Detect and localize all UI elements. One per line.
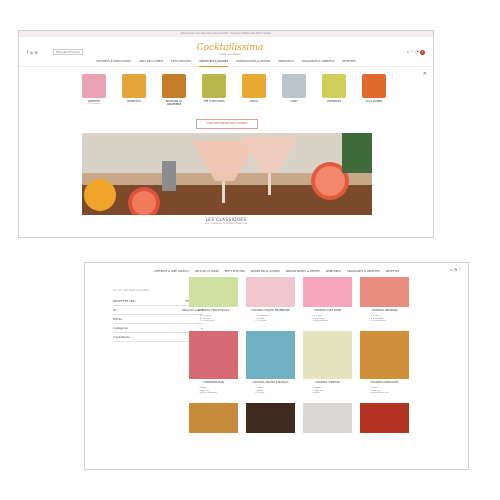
nav-item[interactable]: RECETTES xyxy=(386,270,399,273)
recipe-card[interactable] xyxy=(360,403,409,433)
recipe-ingredients: • 4 cl tequila • 3 cl citron • 2 cl siro… xyxy=(198,315,215,323)
filter-label: RECETTES (48) xyxy=(113,299,136,303)
nav-item[interactable]: ARÔMATISANTS & ZESTES xyxy=(286,270,320,273)
category-image xyxy=(242,74,266,98)
logo[interactable]: Cocktailissima Le bar à la maison xyxy=(195,43,265,56)
hero-caption: LES CLASSIQUES Voir toutes les recettes … xyxy=(19,217,433,225)
category-label: BOISSONS AU GINGEMBRE xyxy=(165,100,183,106)
recipe-photo[interactable] xyxy=(189,277,238,307)
category-label: THÉ & INFUSIONS xyxy=(203,100,225,103)
nav-item[interactable]: COFFRETS & IDÉE CADEAU xyxy=(154,270,189,273)
bottom-screenshot: COFFRETS & IDÉE CADEAU ARTS DE LA TABLE PE… xyxy=(84,262,469,470)
recipe-ingredients: • framboises • menthe • 4 cl rhum xyxy=(255,315,269,323)
category-label: JUS & PURÉES xyxy=(365,100,383,103)
recipe-photo[interactable] xyxy=(189,403,238,433)
category-image xyxy=(362,74,386,98)
recipe-card[interactable]: COCKTAIL FIZZ TEQUILA • 4 cl tequila • 3 … xyxy=(189,277,238,328)
recipe-card[interactable] xyxy=(303,403,352,433)
recipe-photo[interactable] xyxy=(246,403,295,433)
category-label: LIMONADES xyxy=(326,100,342,103)
category-image xyxy=(122,74,146,98)
close-icon[interactable]: ✕ xyxy=(423,71,427,77)
recipe-ingredients: • fraises • basilic • 4 cl gin xyxy=(255,387,265,395)
category-image xyxy=(202,74,226,98)
recipe-card[interactable]: COCKTAIL SIDECAR • cognac • triple sec • … xyxy=(303,331,352,400)
recipe-card[interactable]: COCKTAIL MARGARITA • tequila • triple sec… xyxy=(360,331,409,400)
recipe-photo[interactable] xyxy=(360,331,409,379)
header-icons[interactable]: ⌕ ♡ ◔ 0 xyxy=(407,49,425,55)
recipe-ingredients: • tequila • triple sec • jus de citron v… xyxy=(369,387,389,395)
category-item[interactable]: BOISSONS AU GINGEMBRE xyxy=(159,74,189,106)
main-nav: COFFRETS & IDÉE CADEAU ARTS DE LA TABLE PE… xyxy=(19,58,433,67)
nav-item[interactable]: PETIT ÉLECTRO xyxy=(225,270,245,273)
recipe-photo[interactable] xyxy=(189,331,238,379)
recipe-ingredients: • 4 cl gin • sirop rose • eau pétillante xyxy=(312,315,329,323)
recipe-photo[interactable] xyxy=(246,331,295,379)
recipe-photo[interactable] xyxy=(303,403,352,433)
recipe-card[interactable]: COCKTAIL MOJITO FRAMBOISE • framboises • … xyxy=(246,277,295,328)
nav-item[interactable]: RECETTES xyxy=(342,58,355,66)
category-item[interactable]: THÉ & INFUSIONS xyxy=(199,74,229,106)
hero-subtitle[interactable]: Voir toutes les recettes classiques xyxy=(19,222,433,225)
recipe-photo[interactable] xyxy=(360,277,409,307)
category-row: APÉRITIFS (53 produits) KOMBUCHA BOISSONS A… xyxy=(79,74,389,106)
header-icons[interactable]: ⌕ ◔ ♡ xyxy=(450,267,462,272)
category-item[interactable]: KOMBUCHA xyxy=(119,74,149,106)
recipe-card[interactable]: COCKTAIL FRAISE & BASILIC • fraises • bas… xyxy=(246,331,295,400)
nav-item[interactable]: CRAQUANTS & APÉRITIFS xyxy=(347,270,380,273)
category-item[interactable]: SODAS xyxy=(239,74,269,106)
hero-photo xyxy=(82,133,372,215)
nav-item[interactable]: CRAQUANTS & APÉRITIFS xyxy=(302,58,335,66)
main-nav: COFFRETS & IDÉE CADEAU ARTS DE LA TABLE PE… xyxy=(85,267,468,276)
recipe-photo[interactable] xyxy=(303,277,352,307)
nav-item[interactable]: SPIRITUEUX xyxy=(326,270,341,273)
filter-label: Ingrédients xyxy=(113,335,130,339)
category-label: SODAS xyxy=(249,100,259,103)
category-image xyxy=(282,74,306,98)
category-item[interactable]: APÉRITIFS (53 produits) xyxy=(79,74,109,106)
category-label: KOMBUCHA xyxy=(127,100,141,103)
recipe-grid: COCKTAIL FIZZ TEQUILA • 4 cl tequila • 3 … xyxy=(189,277,413,433)
nav-item[interactable]: ARTS DE LA TABLE xyxy=(139,58,163,66)
nav-item[interactable]: ARÔMATISANTS & ZESTES xyxy=(236,58,270,66)
top-screenshot: Découvrez nos sélections de produits · l… xyxy=(18,30,434,238)
recipe-ingredients: • vodka • triple sec • jus de cranberry xyxy=(198,387,217,395)
nav-item[interactable]: COFFRETS & IDÉE CADEAU xyxy=(96,58,131,66)
language-select[interactable]: Français (France) xyxy=(53,49,83,55)
recipe-card[interactable] xyxy=(246,403,295,433)
nav-item[interactable]: SIROPS BIO & SUCRES xyxy=(199,58,229,67)
nav-item[interactable]: ARTS DE LA TABLE xyxy=(195,270,219,273)
category-image xyxy=(82,74,106,98)
filter-label: Tri xyxy=(113,308,117,312)
filter-label: Filtres xyxy=(113,317,122,321)
recipe-card[interactable]: COCKTAIL NEGRONI • 3 cl gin • 3 cl campar… xyxy=(360,277,409,328)
category-item[interactable]: TONIC xyxy=(279,74,309,106)
social-icons[interactable]: f ◎ ✉ xyxy=(27,50,38,55)
logo-tagline: Le bar à la maison xyxy=(218,53,242,56)
filter-label: Catégorie xyxy=(113,326,128,330)
see-all-button[interactable]: VOIR TOUT SIROPS BIO & SUCRES xyxy=(196,119,258,129)
recipe-ingredients: • cognac • triple sec • citron xyxy=(312,387,324,395)
nav-item[interactable]: PETIT ÉLECTRO xyxy=(171,58,191,66)
recipe-card[interactable]: COSMOPOLITAN • vodka • triple sec • jus d… xyxy=(189,331,238,400)
recipe-card[interactable]: COCKTAIL FIZZ ROSE • 4 cl gin • sirop ros… xyxy=(303,277,352,328)
recipe-photo[interactable] xyxy=(246,277,295,307)
recipe-photo[interactable] xyxy=(360,403,409,433)
hero-image[interactable] xyxy=(82,133,372,215)
nav-item[interactable]: SIROPS BIO & SUCRES xyxy=(251,270,280,273)
header: f ◎ ✉ Français (France) Cocktailissima L… xyxy=(19,37,433,57)
nav-item[interactable]: SPIRITUEUX xyxy=(278,58,293,66)
category-item[interactable]: LIMONADES xyxy=(319,74,349,106)
cart-count-badge: 0 xyxy=(420,49,425,55)
category-count: (53 produits) xyxy=(87,103,101,105)
header-action-icons[interactable]: ⌕ ♡ ◔ xyxy=(407,49,419,54)
category-label: TONIC xyxy=(290,100,298,103)
logo-name: Cocktailissima xyxy=(196,43,264,53)
category-item[interactable]: JUS & PURÉES xyxy=(359,74,389,106)
recipe-photo[interactable] xyxy=(303,331,352,379)
category-image xyxy=(322,74,346,98)
category-image xyxy=(162,74,186,98)
recipe-card[interactable] xyxy=(189,403,238,433)
recipe-ingredients: • 3 cl gin • 3 cl campari • 3 cl vermout… xyxy=(369,315,386,323)
